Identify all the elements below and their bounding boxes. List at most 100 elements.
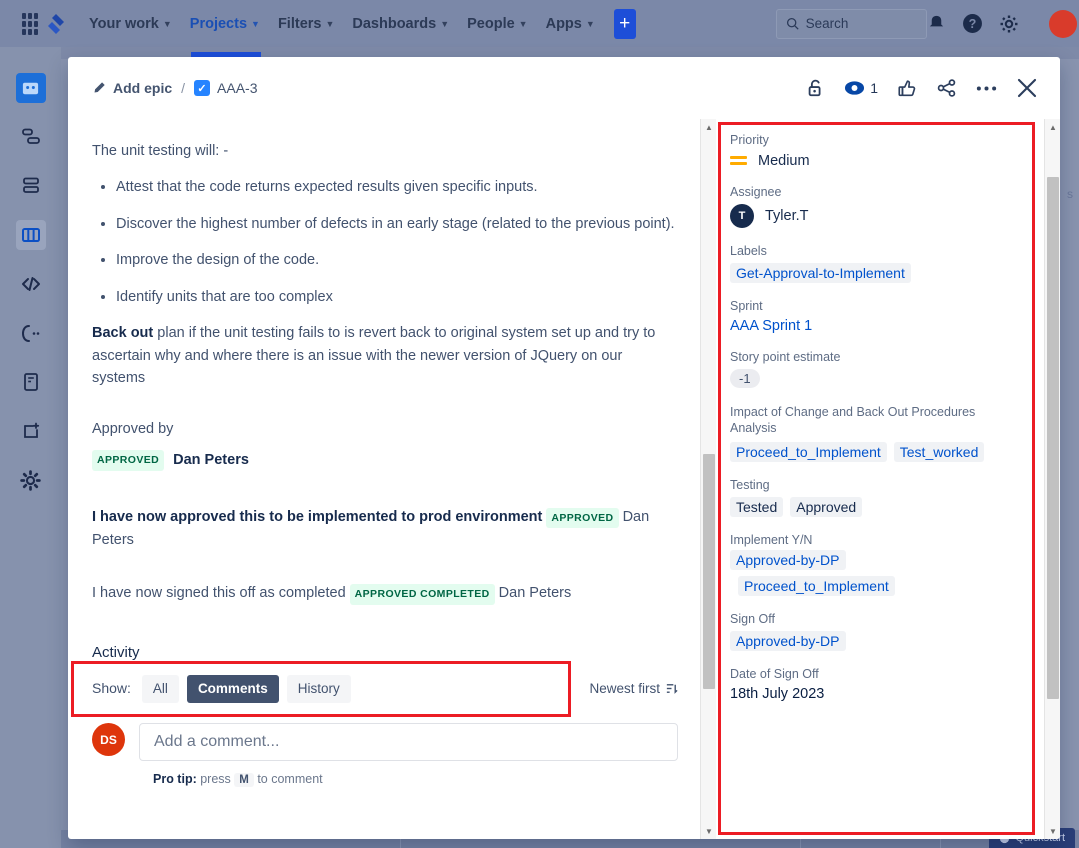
chevron-down-icon: ▼: [251, 19, 260, 29]
signoff-chip[interactable]: Approved-by-DP: [730, 631, 846, 651]
user-avatar[interactable]: [1049, 10, 1077, 38]
testing-chip[interactable]: Tested: [730, 497, 783, 517]
tab-comments[interactable]: Comments: [187, 675, 279, 704]
close-icon[interactable]: [1016, 77, 1038, 99]
backlog-icon[interactable]: [16, 171, 46, 201]
date-signoff-value[interactable]: 18th July 2023: [730, 686, 1010, 702]
unit-testing-list: Attest that the code returns expected re…: [92, 176, 678, 308]
project-settings-icon[interactable]: [16, 465, 46, 495]
field-label: Sign Off: [730, 612, 1010, 626]
story-point-chip[interactable]: -1: [730, 369, 760, 388]
more-actions-icon[interactable]: [976, 85, 997, 92]
list-item: Improve the design of the code.: [116, 249, 678, 271]
scrollbar-thumb[interactable]: [703, 454, 715, 689]
assignee-value[interactable]: T Tyler.T: [730, 204, 1010, 228]
pro-tip-label: Pro tip:: [153, 772, 197, 786]
background-column-label: s: [1067, 187, 1073, 201]
app-switcher-icon[interactable]: [22, 13, 38, 35]
issue-key-link[interactable]: ✓ AAA-3: [194, 80, 257, 96]
releases-icon[interactable]: [16, 318, 46, 348]
status-badge: APPROVED: [546, 508, 618, 529]
scrollbar-thumb[interactable]: [1047, 177, 1059, 699]
sprint-value[interactable]: AAA Sprint 1: [730, 318, 1010, 334]
nav-filters[interactable]: Filters ▼: [269, 10, 343, 38]
scroll-up-arrow[interactable]: ▲: [1045, 119, 1060, 135]
scroll-up-arrow[interactable]: ▲: [701, 119, 717, 135]
nav-label: Dashboards: [352, 16, 436, 32]
search-input[interactable]: Search: [776, 9, 927, 39]
list-item: Discover the highest number of defects i…: [116, 213, 678, 235]
field-label: Assignee: [730, 185, 1010, 199]
status-badge: APPROVED COMPLETED: [350, 584, 495, 605]
nav-label: Your work: [89, 16, 159, 32]
thumbs-up-icon[interactable]: [897, 78, 917, 98]
avatar: T: [730, 204, 754, 228]
nav-dashboards[interactable]: Dashboards ▼: [343, 10, 458, 38]
sort-order-button[interactable]: Newest first: [589, 679, 678, 700]
screen: Your work ▼ Projects ▼ Filters ▼ Dashboa…: [0, 0, 1079, 848]
description-scrollbar[interactable]: ▲ ▼: [700, 119, 716, 839]
tab-history[interactable]: History: [287, 675, 351, 704]
priority-value[interactable]: Medium: [730, 152, 1010, 169]
breadcrumb: Add epic / ✓ AAA-3: [92, 80, 257, 96]
nav-apps[interactable]: Apps ▼: [537, 10, 604, 38]
add-epic-button[interactable]: Add epic: [92, 80, 172, 96]
testing-chip[interactable]: Approved: [790, 497, 862, 517]
help-icon[interactable]: ?: [962, 13, 983, 34]
scroll-down-arrow[interactable]: ▼: [1045, 823, 1060, 839]
implement-chip[interactable]: Proceed_to_Implement: [738, 576, 895, 596]
add-item-icon[interactable]: [16, 416, 46, 446]
pages-icon[interactable]: [16, 367, 46, 397]
notifications-icon[interactable]: [927, 14, 946, 33]
project-avatar-icon[interactable]: [16, 73, 46, 103]
jira-logo-icon[interactable]: [44, 12, 68, 36]
nav-projects[interactable]: Projects ▼: [181, 10, 269, 38]
implement-chip[interactable]: Approved-by-DP: [730, 550, 846, 570]
labels-values: Get-Approval-to-Implement: [730, 263, 1010, 283]
watch-eye-icon[interactable]: 1: [844, 80, 878, 96]
share-icon[interactable]: [936, 78, 957, 98]
label-chip[interactable]: Get-Approval-to-Implement: [730, 263, 911, 283]
scrolled-cut-text: [92, 119, 678, 127]
impact-chip[interactable]: Test_worked: [894, 442, 985, 462]
statement-text: I have now signed this off as completed: [92, 585, 346, 601]
nav-people[interactable]: People ▼: [458, 10, 536, 38]
impact-values: Proceed_to_Implement Test_worked: [730, 442, 1010, 462]
chevron-down-icon: ▼: [586, 19, 595, 29]
approver-name: Dan Peters: [173, 449, 249, 471]
unlock-icon[interactable]: [806, 78, 825, 98]
pencil-icon: [92, 81, 106, 95]
implement-values: Approved-by-DP Proceed_to_Implement: [730, 552, 1010, 596]
keyboard-shortcut-key: M: [234, 773, 254, 787]
approval-statement-1: I have now approved this to be implement…: [92, 506, 678, 552]
nav-your-work[interactable]: Your work ▼: [80, 10, 181, 38]
field-impact-analysis: Impact of Change and Back Out Procedures…: [730, 404, 1010, 462]
priority-text: Medium: [758, 153, 810, 169]
field-label: Impact of Change and Back Out Procedures…: [730, 404, 1010, 437]
create-button[interactable]: +: [614, 9, 636, 39]
code-icon[interactable]: [16, 269, 46, 299]
modal-body: The unit testing will: - Attest that the…: [68, 119, 1060, 839]
settings-icon[interactable]: [999, 14, 1019, 34]
roadmap-icon[interactable]: [16, 122, 46, 152]
statement-text: I have now approved this to be implement…: [92, 509, 542, 525]
task-type-icon: ✓: [194, 80, 210, 96]
avatar: DS: [92, 723, 125, 756]
tab-all[interactable]: All: [142, 675, 179, 704]
backout-bold: Back out: [92, 325, 153, 341]
list-item: Identify units that are too complex: [116, 286, 678, 308]
breadcrumb-separator: /: [181, 80, 185, 96]
nav-label: Filters: [278, 16, 322, 32]
nav-label: Apps: [546, 16, 582, 32]
chevron-down-icon: ▼: [519, 19, 528, 29]
board-icon[interactable]: [16, 220, 46, 250]
modal-header: Add epic / ✓ AAA-3 1: [68, 57, 1060, 119]
pro-tip-post: to comment: [254, 772, 323, 786]
comment-input[interactable]: Add a comment...: [139, 723, 678, 761]
modal-scrollbar[interactable]: ▲ ▼: [1044, 119, 1060, 839]
backout-text: plan if the unit testing fails to is rev…: [92, 325, 655, 386]
scroll-down-arrow[interactable]: ▼: [701, 823, 717, 839]
intro-paragraph: The unit testing will: -: [92, 140, 678, 162]
field-label: Priority: [730, 133, 1010, 147]
impact-chip[interactable]: Proceed_to_Implement: [730, 442, 887, 462]
